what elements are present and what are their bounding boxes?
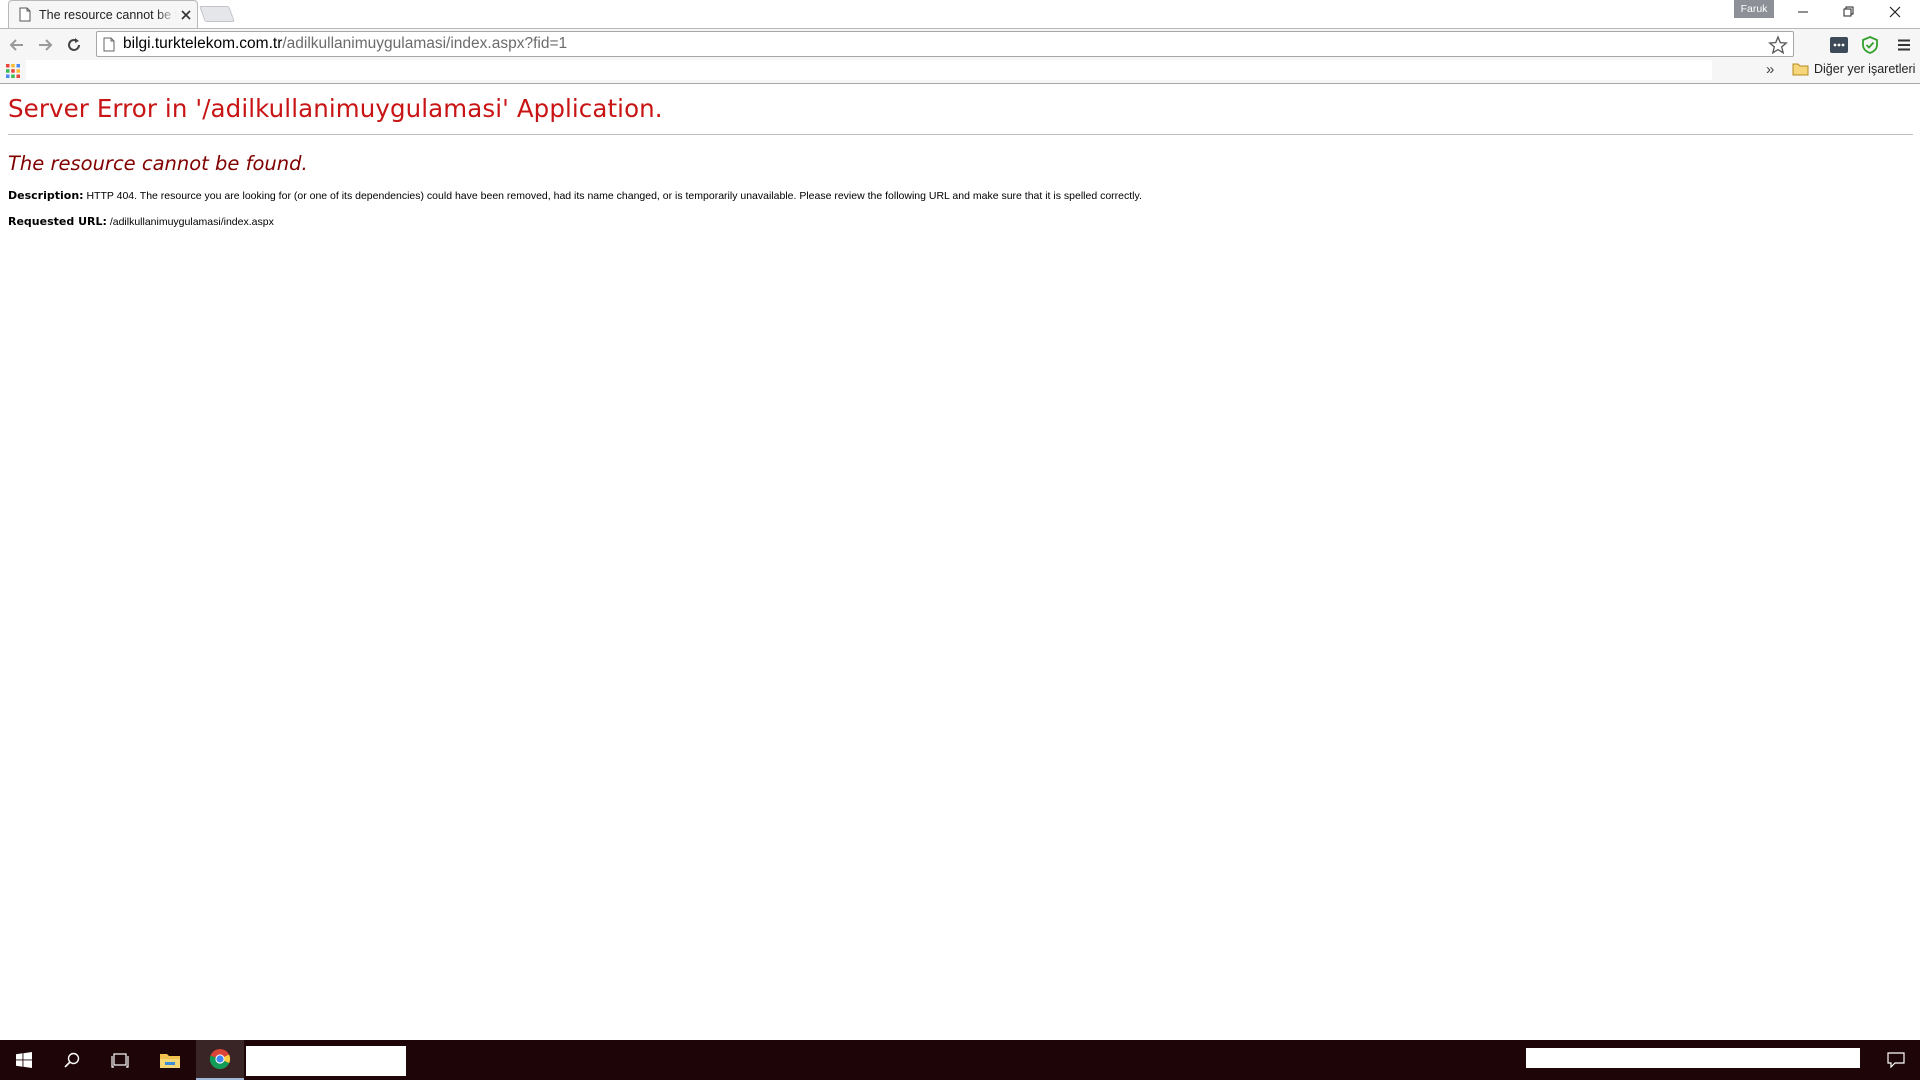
url-text: bilgi.turktelekom.com.tr/adilkullanimuyg… <box>123 35 567 53</box>
close-tab-icon[interactable] <box>179 8 193 22</box>
description-label: Description: <box>8 189 84 202</box>
minimize-icon <box>1798 11 1808 13</box>
other-bookmarks-label: Diğer yer işaretleri <box>1814 62 1916 76</box>
task-view-icon <box>111 1053 129 1068</box>
divider <box>8 134 1913 135</box>
back-arrow-icon <box>9 39 23 51</box>
browser-toolbar: bilgi.turktelekom.com.tr/adilkullanimuyg… <box>0 28 1920 59</box>
back-button[interactable] <box>6 34 28 56</box>
close-icon <box>1889 6 1901 18</box>
other-bookmarks-folder[interactable]: Diğer yer işaretleri <box>1792 62 1915 76</box>
restore-button[interactable] <box>1826 0 1872 24</box>
file-explorer-icon <box>160 1054 180 1068</box>
windows-taskbar <box>0 1040 1920 1080</box>
adblock-extension-button[interactable] <box>1859 34 1881 56</box>
address-bar[interactable]: bilgi.turktelekom.com.tr/adilkullanimuyg… <box>96 31 1794 57</box>
extension-button[interactable] <box>1828 34 1850 56</box>
folder-icon <box>1792 63 1809 76</box>
requested-url-value: /adilkullanimuygulamasi/index.aspx <box>109 216 274 228</box>
description-text: HTTP 404. The resource you are looking f… <box>86 190 1142 202</box>
profile-button[interactable]: Faruk <box>1734 0 1774 18</box>
page-icon <box>19 7 31 22</box>
windows-start-icon <box>16 1052 32 1068</box>
browser-tab[interactable]: The resource cannot be found - Google Ch… <box>8 0 198 28</box>
bookmarks-bar: » Diğer yer işaretleri <box>0 58 1920 84</box>
reload-icon <box>68 38 80 51</box>
forward-arrow-icon <box>39 39 53 51</box>
reload-button[interactable] <box>63 34 85 56</box>
server-error-title: Server Error in '/adilkullanimuygulamasi… <box>8 94 663 123</box>
shield-check-icon <box>1862 36 1878 54</box>
search-button[interactable] <box>48 1040 96 1080</box>
restore-icon <box>1843 6 1854 17</box>
redacted-bookmarks <box>26 60 1712 80</box>
error-heading: The resource cannot be found. <box>8 152 308 175</box>
bookmarks-overflow-chevron[interactable]: » <box>1766 61 1774 78</box>
search-icon <box>64 1052 80 1068</box>
extension-icon <box>1830 37 1848 53</box>
chrome-icon <box>209 1049 231 1070</box>
start-button[interactable] <box>0 1040 48 1080</box>
minimize-button[interactable] <box>1780 0 1826 24</box>
file-explorer-taskbar-item[interactable] <box>146 1040 194 1080</box>
description-line: Description: HTTP 404. The resource you … <box>8 189 1912 202</box>
task-view-button[interactable] <box>96 1040 144 1080</box>
menu-icon <box>1898 39 1910 51</box>
tab-title: The resource cannot be found - Google Ch… <box>39 7 177 22</box>
requested-url-label: Requested URL: <box>8 215 107 228</box>
redacted-system-tray <box>1526 1048 1860 1068</box>
page-info-icon[interactable] <box>103 37 115 52</box>
apps-grid-icon[interactable] <box>6 64 20 78</box>
chrome-menu-button[interactable] <box>1893 34 1915 56</box>
star-icon[interactable] <box>1767 34 1789 56</box>
url-path: /adilkullanimuygulamasi/index.aspx?fid=1 <box>282 35 568 52</box>
tab-strip: The resource cannot be found - Google Ch… <box>0 0 1920 28</box>
notifications-icon <box>1887 1052 1905 1068</box>
forward-button[interactable] <box>34 34 56 56</box>
chrome-taskbar-item[interactable] <box>196 1040 244 1080</box>
redacted-taskbar-items <box>246 1046 406 1076</box>
page-content: Server Error in '/adilkullanimuygulamasi… <box>8 84 1913 228</box>
new-tab-button[interactable] <box>199 6 235 22</box>
requested-url-line: Requested URL: /adilkullanimuygulamasi/i… <box>8 215 1912 228</box>
close-window-button[interactable] <box>1872 0 1918 24</box>
action-center-button[interactable] <box>1872 1040 1920 1080</box>
url-host: bilgi.turktelekom.com.tr <box>123 35 283 52</box>
